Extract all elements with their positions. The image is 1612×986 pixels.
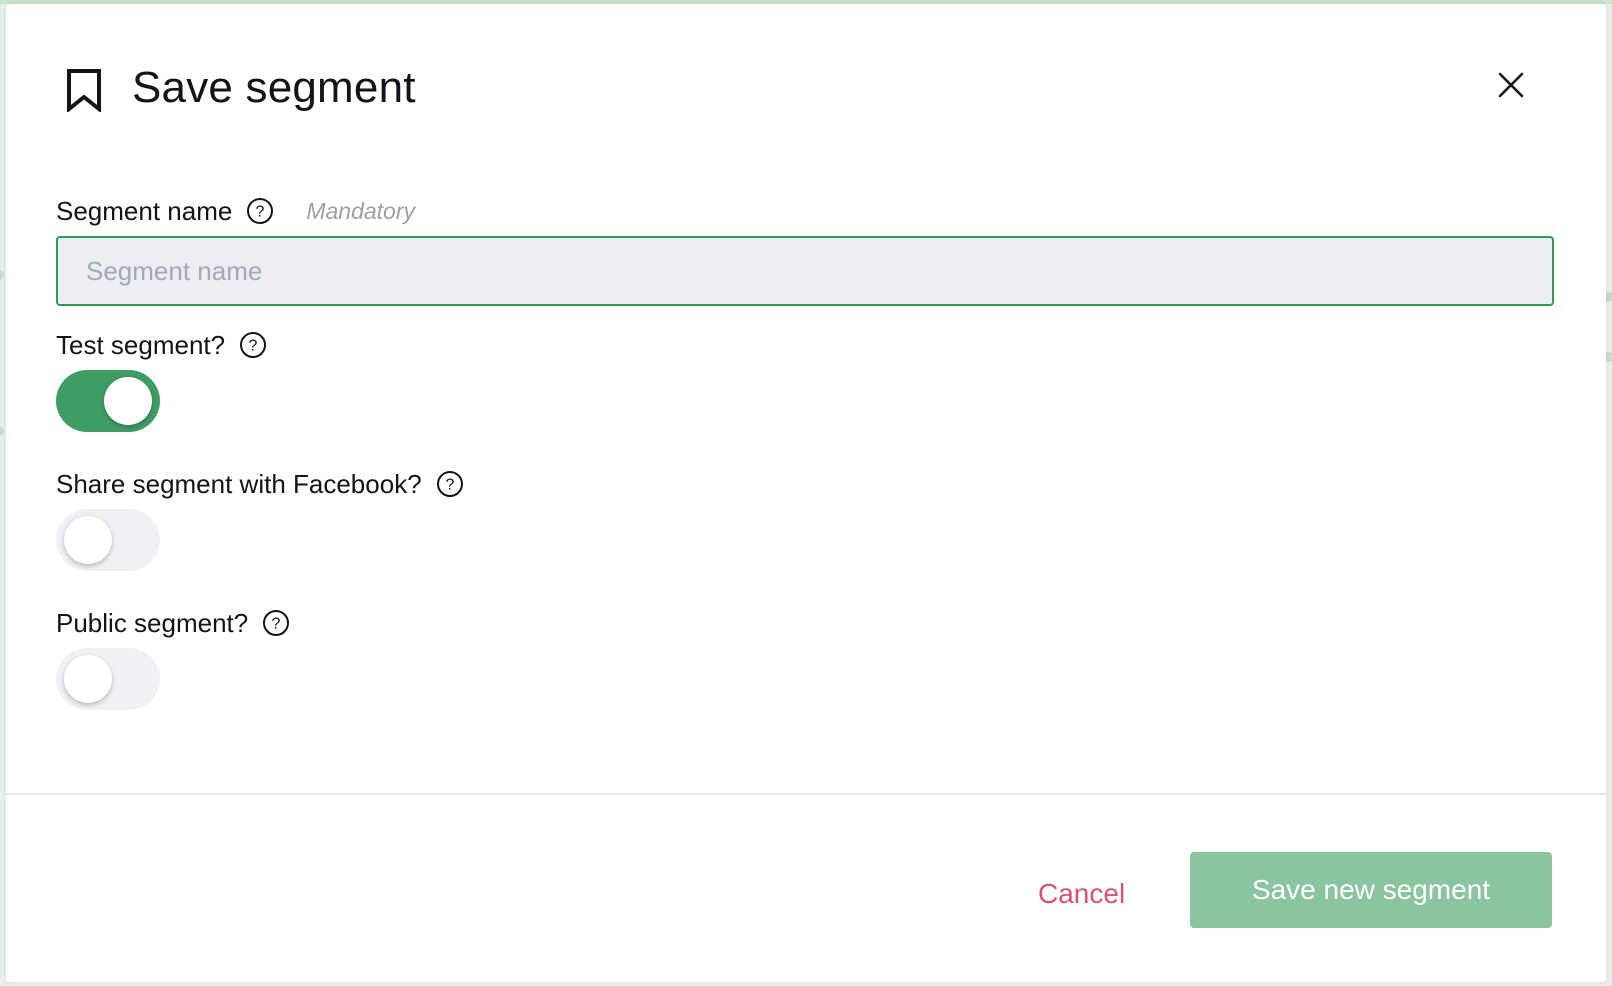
toggle-knob (64, 516, 112, 564)
dialog-header: Save segment (6, 4, 1606, 174)
svg-text:?: ? (256, 204, 265, 221)
test-segment-toggle[interactable] (56, 370, 160, 432)
test-segment-label: Test segment? (56, 330, 226, 360)
segment-name-input[interactable] (56, 236, 1554, 306)
segment-name-label-row: Segment name ? Mandatory (56, 194, 415, 228)
svg-text:?: ? (445, 477, 454, 494)
share-facebook-label: Share segment with Facebook? (56, 469, 422, 499)
save-segment-dialog: Save segment Segment name ? Mandatory Te… (6, 4, 1606, 982)
dialog-title: Save segment (132, 63, 416, 112)
bookmark-icon (66, 68, 102, 114)
save-new-segment-button[interactable]: Save new segment (1190, 852, 1552, 928)
share-facebook-label-row: Share segment with Facebook? ? (56, 467, 464, 501)
segment-name-label: Segment name (56, 196, 233, 226)
public-segment-help-icon[interactable]: ? (262, 609, 290, 637)
footer-divider (6, 793, 1606, 795)
backdrop-fragment (0, 426, 4, 436)
test-segment-help-icon[interactable]: ? (239, 331, 267, 359)
toggle-knob (64, 655, 112, 703)
public-segment-label-row: Public segment? ? (56, 606, 290, 640)
svg-text:?: ? (249, 338, 258, 355)
share-facebook-help-icon[interactable]: ? (436, 470, 464, 498)
cancel-button[interactable]: Cancel (1038, 874, 1125, 914)
svg-text:?: ? (272, 616, 281, 633)
close-icon[interactable] (1494, 68, 1528, 102)
test-segment-label-row: Test segment? ? (56, 328, 267, 362)
mandatory-hint: Mandatory (306, 198, 415, 224)
public-segment-toggle[interactable] (56, 648, 160, 710)
toggle-knob (104, 377, 152, 425)
public-segment-label: Public segment? (56, 608, 249, 638)
backdrop-fragment (0, 270, 4, 280)
segment-name-help-icon[interactable]: ? (246, 197, 274, 225)
share-facebook-toggle[interactable] (56, 509, 160, 571)
